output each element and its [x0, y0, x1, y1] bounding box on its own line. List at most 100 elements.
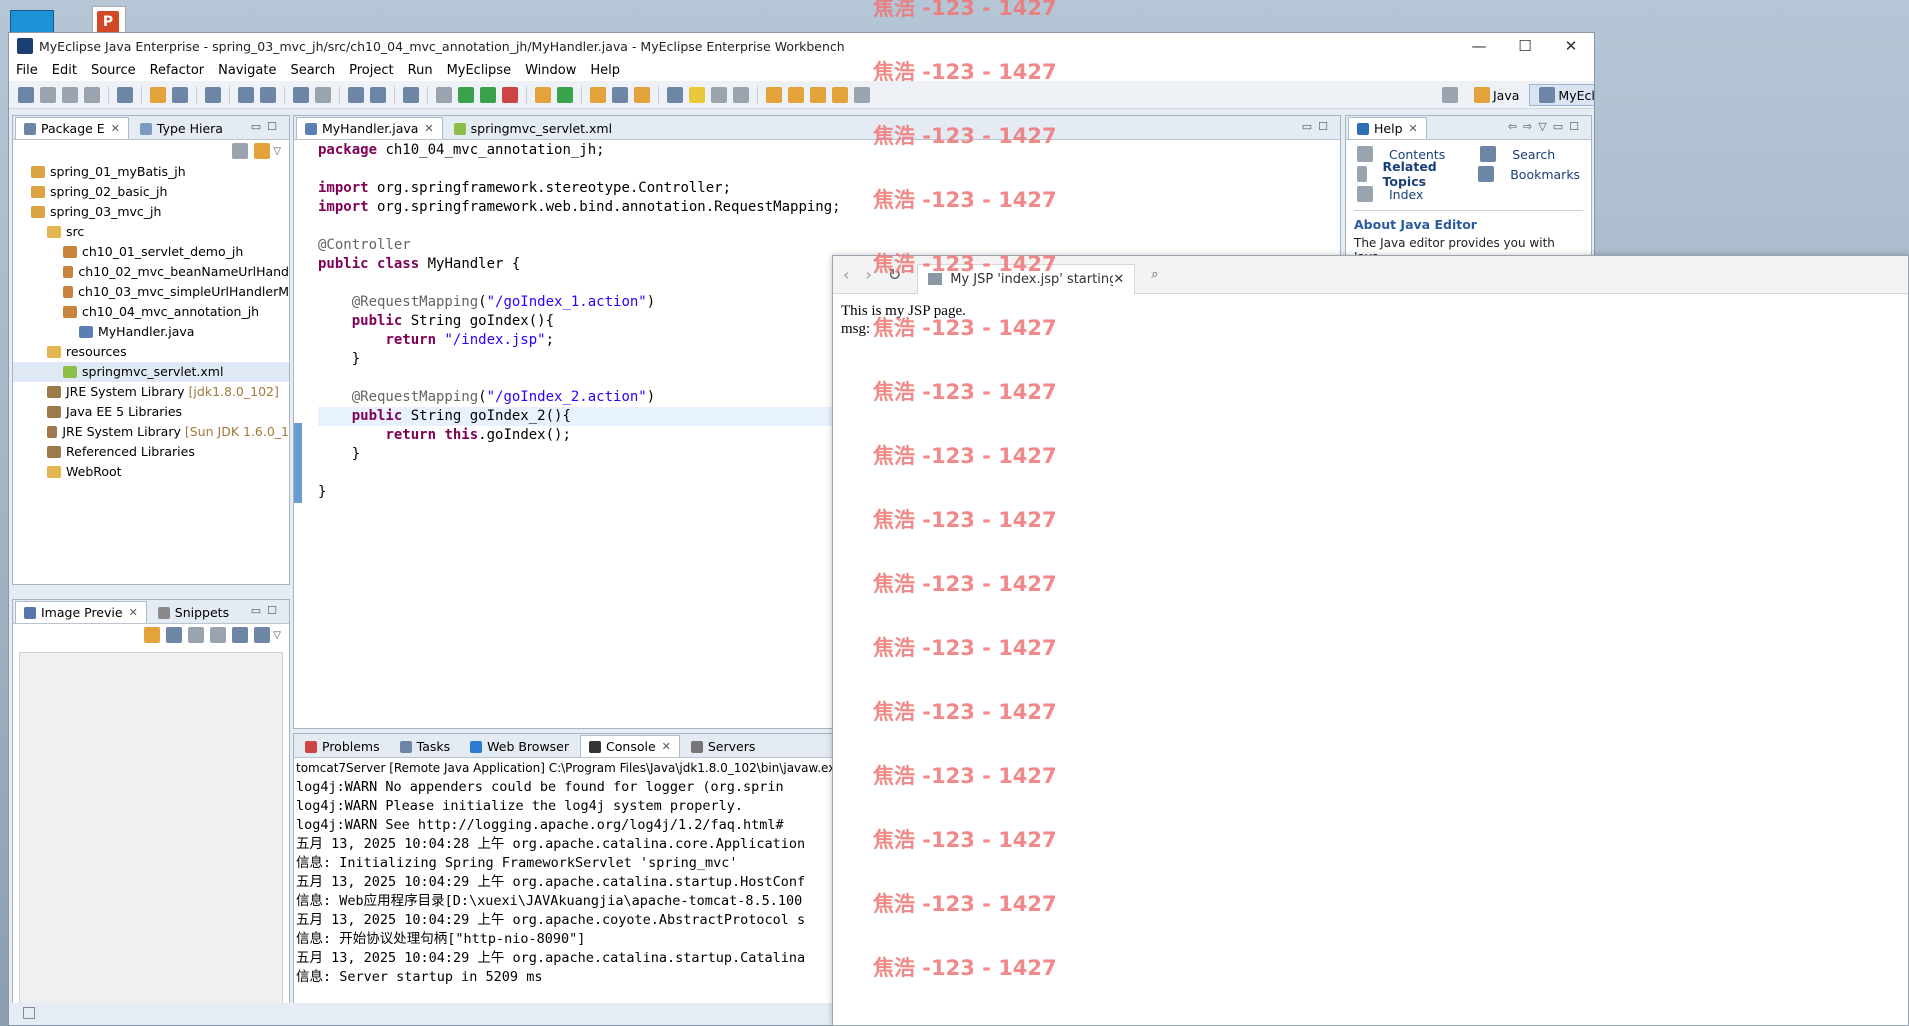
whitespace-icon[interactable] — [733, 86, 749, 103]
close-tab-icon[interactable]: ✕ — [1113, 272, 1124, 287]
search-icon[interactable] — [612, 86, 628, 103]
minimize-maximize-icon[interactable]: ▭☐ — [1302, 120, 1334, 133]
perspective-java[interactable]: Java — [1465, 85, 1525, 105]
run-icon[interactable] — [458, 86, 474, 103]
close-icon[interactable]: ✕ — [111, 122, 120, 135]
next-annotation-icon[interactable] — [766, 86, 782, 103]
tree-item[interactable]: Referenced Libraries — [13, 442, 289, 462]
close-icon[interactable]: ✕ — [1409, 122, 1418, 135]
open-folder-icon[interactable] — [634, 86, 650, 103]
deploy-server-icon[interactable] — [293, 86, 309, 103]
tab-console[interactable]: Console ✕ — [580, 735, 680, 757]
tab-snippets[interactable]: Snippets — [149, 601, 238, 623]
monitor-icon[interactable] — [348, 86, 364, 103]
menu-file[interactable]: File — [9, 63, 45, 78]
tab-servers[interactable]: Servers — [682, 735, 765, 757]
new-icon[interactable] — [18, 86, 34, 103]
tab-package-explorer[interactable]: Package E ✕ — [15, 117, 129, 139]
tab-tasks[interactable]: Tasks — [391, 735, 460, 757]
tab-web-browser[interactable]: Web Browser — [461, 735, 578, 757]
new-class-icon[interactable] — [557, 86, 573, 103]
tree-item[interactable]: spring_01_myBatis_jh — [13, 162, 289, 182]
tree-item[interactable]: JRE System Library [jdk1.8.0_102] — [13, 382, 289, 402]
new-project-icon[interactable] — [117, 86, 133, 103]
tree-item[interactable]: ch10_01_servlet_demo_jh — [13, 242, 289, 262]
menu-project[interactable]: Project — [342, 63, 400, 78]
link-editor-icon[interactable] — [254, 143, 271, 159]
help-search-link[interactable]: Search — [1477, 146, 1571, 162]
perspective-myeclipse[interactable]: MyEcli — [1529, 84, 1594, 106]
menu-run[interactable]: Run — [401, 63, 440, 78]
close-button[interactable]: ✕ — [1548, 37, 1594, 55]
console-output[interactable]: log4j:WARN No appenders could be found f… — [294, 778, 852, 987]
save-all-icon[interactable] — [62, 86, 78, 103]
tree-item[interactable]: Java EE 5 Libraries — [13, 402, 289, 422]
wizard-icon[interactable] — [238, 86, 254, 103]
help-nav-icons[interactable]: ⇦⇨▽▭☐ — [1508, 120, 1585, 133]
deploy-icon[interactable] — [172, 86, 188, 103]
display-icon[interactable] — [403, 86, 419, 103]
minimize-button[interactable]: — — [1456, 37, 1502, 55]
save-icon[interactable] — [40, 86, 56, 103]
print-icon[interactable] — [84, 86, 100, 103]
prev-annotation-icon[interactable] — [788, 86, 804, 103]
last-edit-icon[interactable] — [810, 86, 826, 103]
help-index-link[interactable]: Index — [1354, 186, 1439, 202]
status-icon[interactable] — [23, 1007, 35, 1019]
tree-item[interactable]: spring_03_mvc_jh — [13, 202, 289, 222]
tab-myhandler-java[interactable]: MyHandler.java ✕ — [296, 117, 443, 139]
maximize-button[interactable]: ☐ — [1502, 37, 1548, 55]
block-select-icon[interactable] — [711, 86, 727, 103]
sync-icon[interactable] — [144, 627, 161, 643]
tree-item[interactable]: ch10_03_mvc_simpleUrlHandlerM — [13, 282, 289, 302]
collapse-all-icon[interactable] — [232, 143, 249, 159]
tab-problems[interactable]: Problems — [296, 735, 389, 757]
server-icon[interactable] — [205, 86, 221, 103]
debug-icon[interactable] — [436, 86, 452, 103]
tab-type-hierarchy[interactable]: Type Hiera — [131, 117, 232, 139]
tab-image-preview[interactable]: Image Previe ✕ — [15, 601, 147, 623]
help-bookmarks-link[interactable]: Bookmarks — [1475, 166, 1594, 182]
open-perspective-icon[interactable] — [1442, 87, 1458, 103]
tree-item[interactable]: ch10_04_mvc_annotation_jh — [13, 302, 289, 322]
image-icon[interactable] — [166, 627, 183, 643]
search-icon[interactable]: ⌕ — [1151, 267, 1158, 282]
highlight-icon[interactable] — [689, 86, 705, 103]
external-tools-icon[interactable] — [502, 86, 518, 103]
close-icon[interactable]: ✕ — [424, 122, 433, 135]
menu-help[interactable]: Help — [583, 63, 627, 78]
tree-item[interactable]: spring_02_basic_jh — [13, 182, 289, 202]
back-icon[interactable] — [832, 86, 848, 103]
help-related-topics-link[interactable]: Related Topics — [1354, 159, 1459, 189]
tree-item[interactable]: ch10_02_mvc_beanNameUrlHand — [13, 262, 289, 282]
minimize-maximize-icon[interactable]: ▭☐ — [251, 604, 283, 617]
forward-icon[interactable] — [854, 86, 870, 103]
tree-item[interactable]: src — [13, 222, 289, 242]
help-about-heading[interactable]: About Java Editor — [1354, 210, 1583, 232]
view-menu-icon[interactable]: ▽ — [273, 146, 281, 157]
toggle-mark-icon[interactable] — [667, 86, 683, 103]
menu-myeclipse[interactable]: MyEclipse — [440, 63, 519, 78]
wizard2-icon[interactable] — [260, 86, 276, 103]
close-icon[interactable]: ✕ — [129, 606, 138, 619]
minimize-maximize-icon[interactable]: ▭☐ — [251, 120, 283, 133]
run-last-icon[interactable] — [480, 86, 496, 103]
menu-search[interactable]: Search — [283, 63, 342, 78]
back-icon[interactable]: ‹ — [843, 265, 849, 284]
tab-help[interactable]: Help ✕ — [1348, 117, 1427, 139]
view-menu-icon[interactable]: ▽ — [273, 630, 281, 641]
package-icon[interactable] — [150, 86, 166, 103]
actual-size-icon[interactable] — [232, 627, 249, 643]
zoom-out-icon[interactable] — [188, 627, 205, 643]
new-java-project-icon[interactable] — [535, 86, 551, 103]
tree-item[interactable]: JRE System Library [Sun JDK 1.6.0_1 — [13, 422, 289, 442]
forward-icon[interactable]: › — [865, 265, 871, 284]
zoom-in-icon[interactable] — [210, 627, 227, 643]
tools-icon[interactable] — [370, 86, 386, 103]
tree-item[interactable]: MyHandler.java — [13, 322, 289, 342]
menu-navigate[interactable]: Navigate — [211, 63, 283, 78]
tree-item[interactable]: WebRoot — [13, 462, 289, 482]
menu-refactor[interactable]: Refactor — [143, 63, 212, 78]
menu-source[interactable]: Source — [84, 63, 143, 78]
tab-springmvc-servlet-xml[interactable]: springmvc_servlet.xml — [445, 117, 621, 139]
